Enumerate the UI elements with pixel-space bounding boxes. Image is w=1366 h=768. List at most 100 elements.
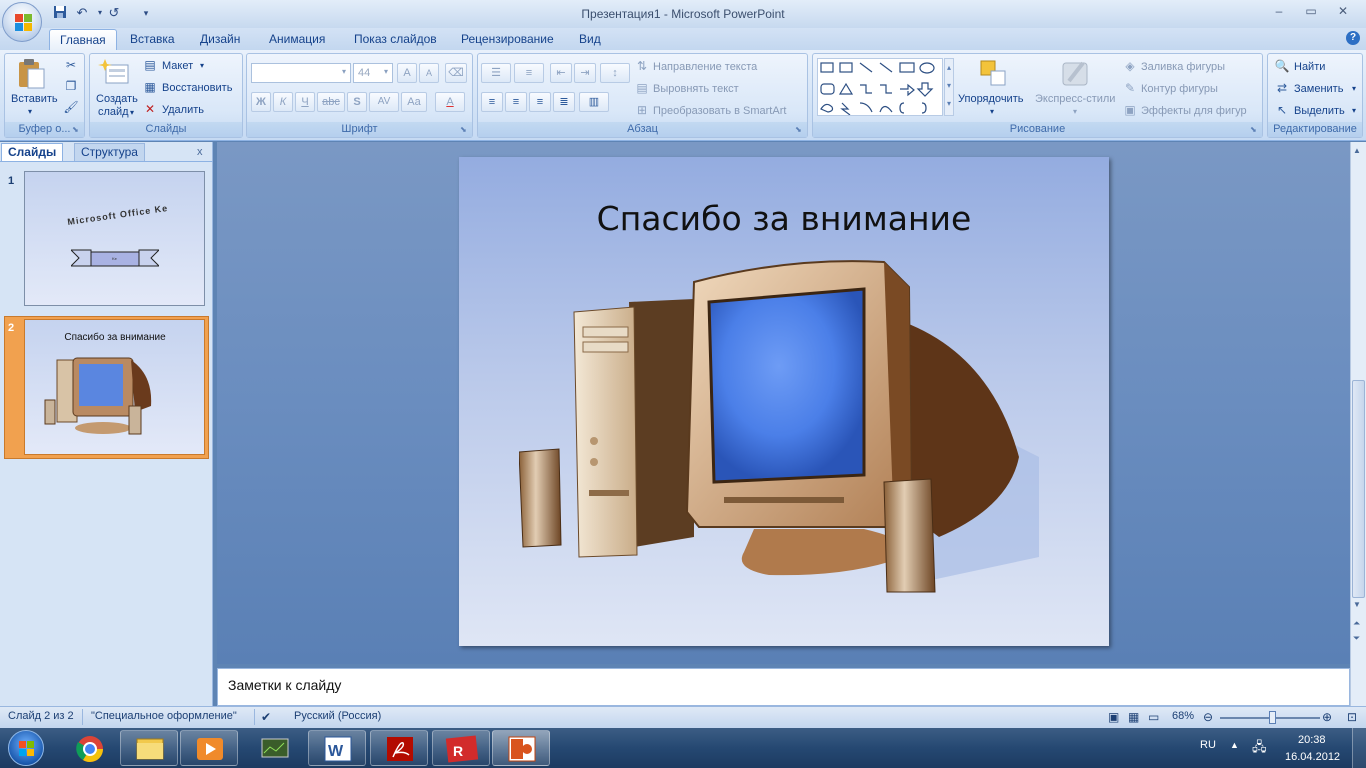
shape-fill-button[interactable]: Заливка фигуры [1141, 61, 1225, 73]
italic-button[interactable]: К [273, 92, 293, 112]
zoom-level[interactable]: 68% [1172, 710, 1194, 722]
undo-icon[interactable]: ↶ [74, 5, 90, 21]
new-slide-button[interactable]: Создать [96, 93, 138, 105]
shrink-font-icon[interactable]: A [419, 63, 439, 83]
line-spacing-icon[interactable]: ↕ [600, 63, 630, 83]
zoom-out-icon[interactable]: ⊖ [1203, 710, 1213, 724]
taskbar-word[interactable]: W [308, 730, 366, 766]
taskbar-app-red[interactable]: R [432, 730, 490, 766]
close-pane-icon[interactable]: x [197, 146, 203, 158]
slide-thumbnail-2[interactable]: Спасибо за внимание [24, 319, 205, 455]
fit-to-window-icon[interactable]: ⊡ [1347, 710, 1357, 724]
align-left-icon[interactable]: ≡ [481, 92, 503, 112]
text-direction-button[interactable]: Направление текста [653, 61, 757, 73]
new-slide-icon[interactable] [98, 57, 130, 89]
font-name-field[interactable] [251, 63, 351, 83]
drawing-launcher-icon[interactable]: ⬊ [1250, 125, 1260, 135]
layout-dropdown-icon[interactable]: ▾ [200, 61, 204, 70]
arrange-icon[interactable] [977, 57, 1009, 89]
minimize-button[interactable]: – [1266, 4, 1292, 20]
bold-button[interactable]: Ж [251, 92, 271, 112]
zoom-in-icon[interactable]: ⊕ [1322, 710, 1332, 724]
shape-outline-icon[interactable]: ✎ [1122, 80, 1138, 96]
tab-animation[interactable]: Анимация [259, 29, 335, 50]
smartart-icon[interactable]: ⊞ [634, 102, 650, 118]
next-slide-icon[interactable]: ⏷ [1353, 633, 1360, 644]
tab-slides-pane[interactable]: Слайды [1, 143, 64, 161]
reset-button[interactable]: Восстановить [162, 82, 232, 94]
align-text-icon[interactable]: ▤ [634, 80, 650, 96]
delete-slide-icon[interactable]: ✕ [142, 101, 158, 117]
slide-title[interactable]: Спасибо за внимание [459, 199, 1109, 238]
quick-styles-button[interactable]: Экспресс-стили [1035, 93, 1115, 105]
tab-review[interactable]: Рецензирование [451, 29, 564, 50]
bullets-icon[interactable]: ☰ [481, 63, 511, 83]
tab-slideshow[interactable]: Показ слайдов [344, 29, 447, 50]
shapes-gallery[interactable] [817, 58, 943, 116]
tray-date[interactable]: 16.04.2012 [1285, 751, 1340, 763]
notes-pane[interactable]: Заметки к слайду [217, 668, 1350, 706]
quick-styles-dropdown-icon[interactable]: ▾ [1073, 107, 1077, 116]
taskbar-acrobat[interactable] [370, 730, 428, 766]
layout-icon[interactable]: ▤ [142, 57, 158, 73]
find-icon[interactable]: 🔍 [1274, 58, 1290, 74]
slide-canvas[interactable]: Спасибо за внимание [459, 157, 1109, 646]
tab-design[interactable]: Дизайн [190, 29, 250, 50]
font-size-dropdown-icon[interactable]: ▾ [384, 67, 388, 76]
customize-quick-access-icon[interactable]: ▾ [138, 5, 154, 21]
underline-button[interactable]: Ч [295, 92, 315, 112]
maximize-button[interactable]: ▭ [1298, 4, 1324, 20]
paste-dropdown-icon[interactable]: ▾ [28, 107, 32, 116]
shadow-button[interactable]: S [347, 92, 367, 112]
office-button[interactable] [2, 2, 42, 42]
reset-icon[interactable]: ▦ [142, 79, 158, 95]
new-slide-button-line2[interactable]: слайд [98, 106, 129, 118]
slide-sorter-icon[interactable]: ▦ [1128, 710, 1139, 724]
tray-language[interactable]: RU [1200, 739, 1216, 751]
find-button[interactable]: Найти [1294, 61, 1325, 73]
decrease-indent-icon[interactable]: ⇤ [550, 63, 572, 83]
shape-fill-icon[interactable]: ◈ [1122, 58, 1138, 74]
select-dropdown-icon[interactable]: ▾ [1352, 106, 1356, 115]
show-desktop-button[interactable] [1352, 728, 1366, 768]
replace-dropdown-icon[interactable]: ▾ [1352, 84, 1356, 93]
arrange-button[interactable]: Упорядочить [958, 93, 1023, 105]
taskbar-explorer[interactable] [120, 730, 178, 766]
previous-slide-icon[interactable]: ⏶ [1353, 618, 1360, 629]
format-painter-icon[interactable]: 🖌 [63, 99, 79, 115]
slideshow-view-icon[interactable]: ▭ [1148, 710, 1159, 724]
shape-effects-button[interactable]: Эффекты для фигур [1141, 105, 1247, 117]
redo-icon[interactable]: ↺ [106, 5, 122, 21]
strikethrough-button[interactable]: abc [317, 92, 345, 112]
tab-insert[interactable]: Вставка [120, 29, 185, 50]
copy-icon[interactable]: ❐ [63, 78, 79, 94]
paste-button[interactable]: Вставить [11, 93, 58, 105]
new-slide-dropdown-icon[interactable]: ▾ [130, 108, 134, 117]
tray-expand-icon[interactable]: ▲ [1230, 740, 1239, 750]
network-icon[interactable]: 🖧 [1252, 738, 1267, 760]
layout-button[interactable]: Макет [162, 60, 193, 72]
delete-slide-button[interactable]: Удалить [162, 104, 204, 116]
select-button[interactable]: Выделить [1294, 105, 1345, 117]
paste-icon[interactable] [15, 58, 47, 90]
font-launcher-icon[interactable]: ⬊ [460, 125, 470, 135]
align-center-icon[interactable]: ≡ [505, 92, 527, 112]
slide-thumbnail-1[interactable]: Microsoft Office Ke Ke [24, 171, 205, 306]
taskbar-powerpoint[interactable] [492, 730, 550, 766]
font-color-button[interactable]: A [435, 92, 465, 112]
save-icon[interactable] [52, 5, 68, 21]
close-button[interactable]: ✕ [1330, 4, 1356, 20]
shape-outline-button[interactable]: Контур фигуры [1141, 83, 1218, 95]
change-case-button[interactable]: Aa [401, 92, 427, 112]
zoom-slider-thumb[interactable] [1268, 711, 1276, 724]
font-name-dropdown-icon[interactable]: ▾ [342, 67, 346, 76]
language-status[interactable]: Русский (Россия) [294, 710, 381, 722]
replace-button[interactable]: Заменить [1294, 83, 1343, 95]
clipboard-launcher-icon[interactable]: ⬊ [72, 125, 82, 135]
char-spacing-button[interactable]: AV [369, 92, 399, 112]
taskbar-monitor-app[interactable] [245, 730, 303, 766]
scroll-up-icon[interactable]: ▲ [1353, 146, 1361, 155]
computer-clipart-icon[interactable] [519, 257, 1059, 597]
taskbar-media-player[interactable] [180, 730, 238, 766]
arrange-dropdown-icon[interactable]: ▾ [990, 107, 994, 116]
